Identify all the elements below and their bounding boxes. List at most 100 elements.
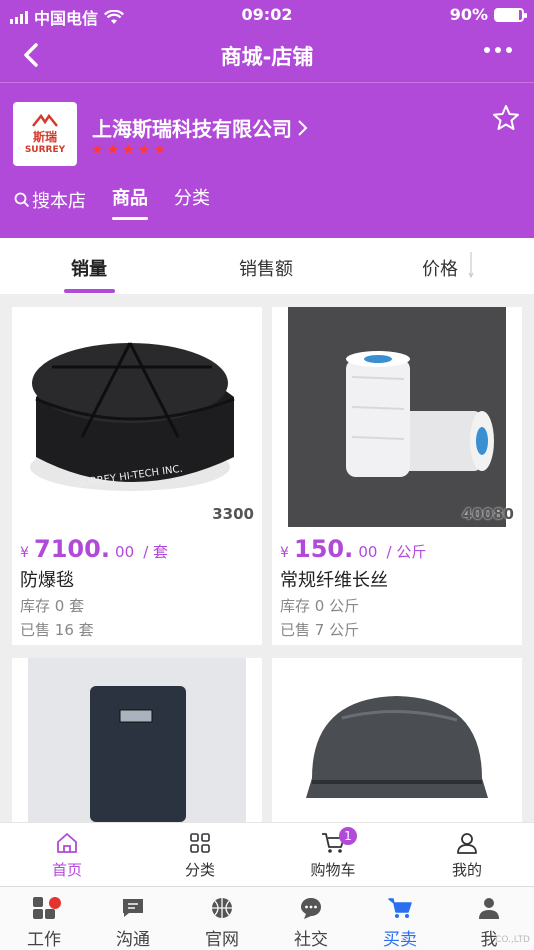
sort-sales[interactable]: 销量 bbox=[71, 255, 107, 281]
person-icon bbox=[479, 898, 499, 919]
search-icon bbox=[14, 192, 30, 208]
tab-home[interactable]: 首页 bbox=[27, 831, 107, 880]
favorite-star-icon[interactable] bbox=[492, 104, 520, 132]
nav-bar: 商城-店铺 bbox=[0, 30, 534, 80]
sys-tab-social-label: 社交 bbox=[294, 930, 328, 950]
status-bar: 中国电信 09:02 90% bbox=[0, 0, 534, 30]
product-image bbox=[272, 658, 522, 822]
rating-star-icon: ★ bbox=[106, 142, 120, 158]
product-name: 常规纤维长丝 bbox=[280, 570, 388, 591]
cart-badge: 1 bbox=[339, 827, 357, 845]
image-code: 3300 bbox=[212, 505, 254, 523]
battery-percent: 90% bbox=[449, 5, 488, 24]
more-icon[interactable] bbox=[484, 47, 512, 53]
price-integer: 7100. bbox=[34, 535, 110, 563]
shopping-cart-icon bbox=[388, 898, 412, 918]
sort-direction-icon bbox=[468, 252, 474, 279]
tab-categories[interactable]: 分类 bbox=[174, 184, 210, 216]
sold-value: 7 bbox=[314, 621, 325, 639]
tab-cart[interactable]: 1 购物车 bbox=[293, 827, 373, 880]
product-image: SURREY HI-TECH INC. 3300 bbox=[12, 307, 262, 532]
sort-bar: 销量 销售额 价格 bbox=[0, 238, 534, 294]
tab-home-label: 首页 bbox=[51, 861, 82, 879]
sys-tab-website-label: 官网 bbox=[205, 930, 239, 950]
product-price: ¥ 7100. 00 / 套 bbox=[20, 535, 168, 563]
tab-category-label: 分类 bbox=[184, 861, 215, 879]
store-name: 上海斯瑞科技有限公司 bbox=[92, 117, 292, 141]
product-stock: 库存 0 公斤 bbox=[280, 595, 359, 616]
product-image: 40080 bbox=[272, 307, 522, 532]
sys-tab-trade-label: 买卖 bbox=[383, 930, 417, 950]
sort-revenue[interactable]: 销售额 bbox=[239, 255, 293, 281]
back-icon[interactable] bbox=[18, 40, 48, 70]
store-tabs: 搜本店 商品 分类 bbox=[14, 184, 236, 220]
sys-tab-social[interactable]: 社交 bbox=[276, 895, 346, 950]
sold-unit: 公斤 bbox=[329, 621, 360, 639]
chat-bubble-icon bbox=[301, 898, 321, 919]
price-integer: 150. bbox=[294, 535, 354, 563]
product-name: 防爆毯 bbox=[20, 570, 74, 591]
rating-stars: ★ ★ ★ ★ ★ bbox=[91, 142, 166, 158]
sys-tab-trade[interactable]: 买卖 bbox=[365, 895, 435, 950]
user-icon bbox=[457, 833, 477, 854]
logo-text-en: SURREY bbox=[24, 144, 66, 155]
product-card[interactable]: SURREY HI-TECH INC. 3300 ¥ 7100. 00 / 套 … bbox=[12, 307, 262, 645]
price-decimal: 00 bbox=[358, 543, 378, 561]
tab-mine-label: 我的 bbox=[451, 861, 482, 879]
sort-price[interactable]: 价格 bbox=[422, 255, 458, 281]
price-unit: / 套 bbox=[143, 543, 169, 561]
stock-unit: 套 bbox=[69, 597, 85, 615]
stock-value: 0 bbox=[314, 597, 325, 615]
sys-tab-chat[interactable]: 沟通 bbox=[98, 895, 168, 950]
product-sold: 已售 7 公斤 bbox=[280, 619, 359, 640]
message-icon bbox=[123, 899, 143, 917]
divider bbox=[0, 82, 534, 83]
price-unit: / 公斤 bbox=[386, 543, 427, 561]
app-bottom-bar: 工作 沟通 官网 社交 买卖 我 bbox=[0, 886, 534, 950]
product-card[interactable] bbox=[272, 658, 522, 822]
rating-star-icon: ★ bbox=[137, 142, 151, 158]
tab-category[interactable]: 分类 bbox=[160, 831, 240, 880]
sys-tab-work[interactable]: 工作 bbox=[9, 895, 79, 950]
battery-icon bbox=[494, 7, 527, 22]
stock-label: 库存 bbox=[20, 597, 51, 615]
product-card[interactable] bbox=[12, 658, 262, 822]
product-price: ¥ 150. 00 / 公斤 bbox=[280, 535, 426, 563]
sold-label: 已售 bbox=[280, 621, 311, 639]
sys-tab-work-label: 工作 bbox=[27, 930, 61, 950]
currency-symbol: ¥ bbox=[20, 545, 29, 561]
image-code: 40080 bbox=[461, 505, 514, 523]
tab-cart-label: 购物车 bbox=[310, 861, 356, 879]
rating-star-icon: ★ bbox=[91, 142, 104, 158]
sys-tab-website[interactable]: 官网 bbox=[187, 895, 257, 950]
rating-star-icon: ★ bbox=[122, 142, 135, 158]
product-stock: 库存 0 套 bbox=[20, 595, 84, 616]
store-search-button[interactable]: 搜本店 bbox=[14, 187, 86, 213]
store-header: 中国电信 09:02 90% 商城-店铺 斯瑞 SURREY 上海斯瑞科技有限公… bbox=[0, 0, 534, 238]
sold-unit: 套 bbox=[78, 621, 94, 639]
tab-products[interactable]: 商品 bbox=[112, 184, 148, 220]
store-search-label: 搜本店 bbox=[32, 191, 86, 212]
store-tab-bar: 首页 分类 1 购物车 我的 bbox=[0, 822, 534, 886]
product-card[interactable]: 40080 ¥ 150. 00 / 公斤 常规纤维长丝 库存 0 公斤 已售 7… bbox=[272, 307, 522, 645]
logo-text-cn: 斯瑞 bbox=[32, 129, 57, 144]
sold-label: 已售 bbox=[20, 621, 51, 639]
store-name-link[interactable]: 上海斯瑞科技有限公司 bbox=[92, 113, 308, 142]
page-title: 商城-店铺 bbox=[220, 45, 314, 69]
store-logo: 斯瑞 SURREY bbox=[13, 102, 77, 166]
sold-value: 16 bbox=[54, 621, 74, 639]
stock-unit: 公斤 bbox=[329, 597, 360, 615]
product-sold: 已售 16 套 bbox=[20, 619, 94, 640]
watermark: CO.,LTD bbox=[495, 935, 530, 945]
product-image bbox=[12, 658, 262, 822]
basketball-icon bbox=[212, 898, 232, 918]
grid-icon bbox=[190, 833, 210, 853]
home-icon bbox=[57, 833, 77, 853]
chevron-right-icon bbox=[298, 119, 308, 136]
tab-mine[interactable]: 我的 bbox=[427, 831, 507, 880]
stock-value: 0 bbox=[54, 597, 65, 615]
sort-active-indicator bbox=[64, 289, 115, 293]
sys-tab-chat-label: 沟通 bbox=[116, 930, 150, 950]
rating-star-icon: ★ bbox=[153, 142, 166, 158]
notification-dot bbox=[49, 897, 61, 909]
